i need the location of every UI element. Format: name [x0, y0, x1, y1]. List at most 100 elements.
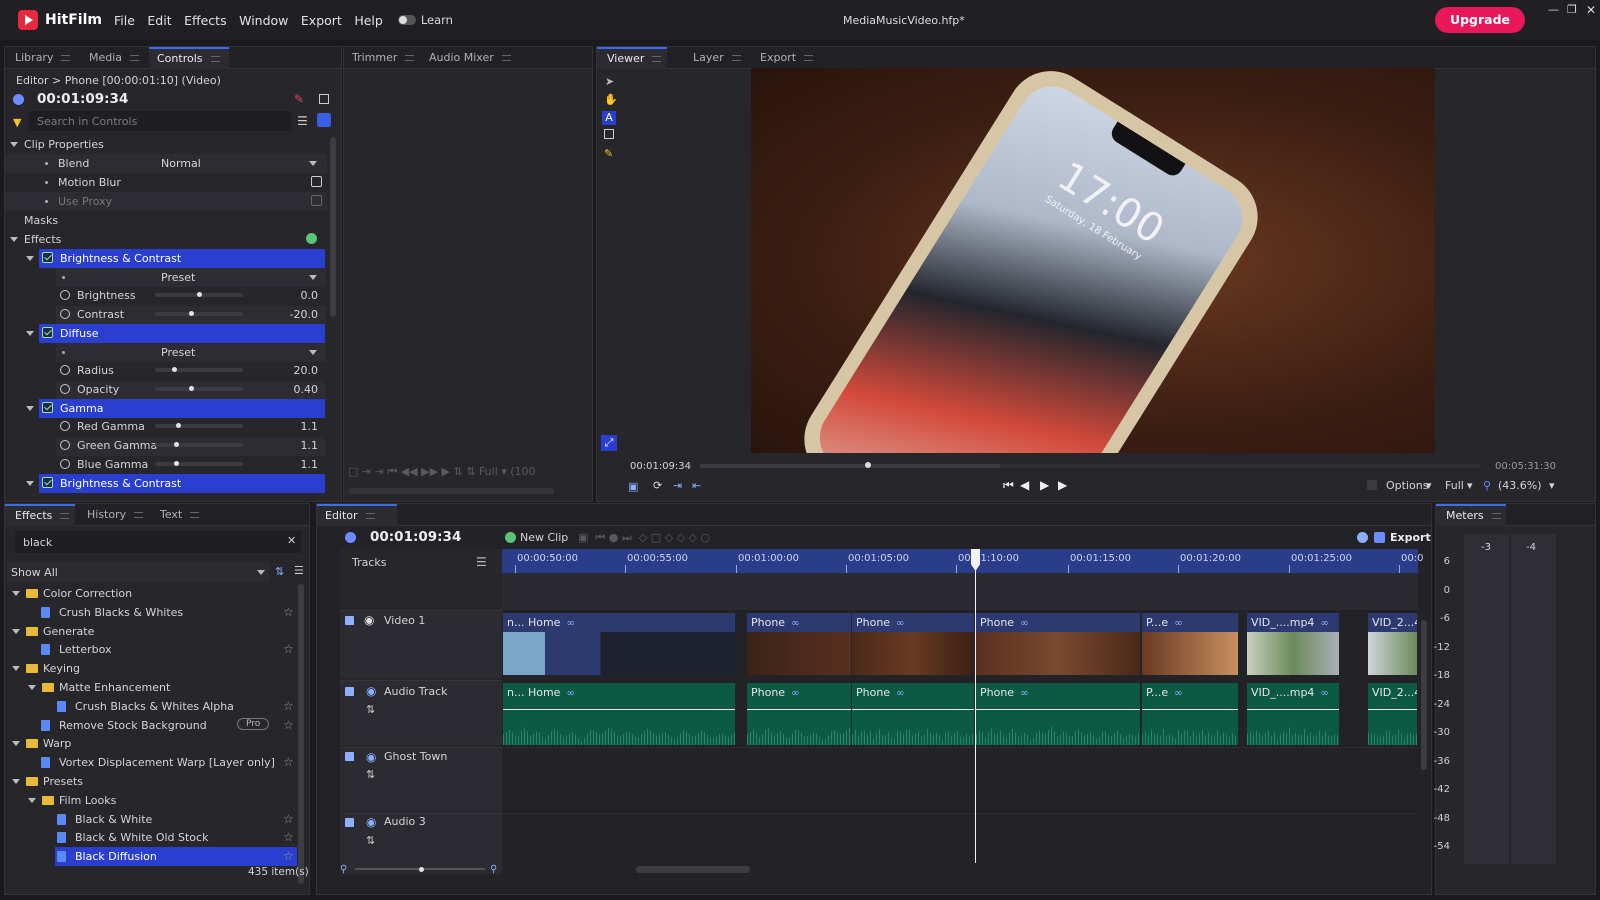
effects-scrollbar[interactable]	[298, 584, 304, 884]
video-clip[interactable]: Phone ∞	[975, 612, 1141, 676]
audio-clip[interactable]: n... Home ∞	[502, 682, 736, 746]
favorite-star-icon[interactable]: ☆	[283, 755, 294, 769]
lock-icon[interactable]	[345, 818, 354, 827]
tracks-menu-icon[interactable]: ☰	[476, 555, 487, 569]
step-forward-icon[interactable]: ▶	[1040, 478, 1049, 492]
audio-envelope-icon[interactable]: ⇅	[366, 703, 375, 716]
controls-search-input[interactable]: Search in Controls	[29, 111, 291, 131]
timeline-h-scrollbar[interactable]	[636, 866, 750, 873]
tab-trimmer[interactable]: Trimmer	[352, 47, 415, 69]
menu-file[interactable]: File	[114, 13, 135, 28]
list-view-icon[interactable]: ☰	[297, 114, 308, 128]
zoom-in-icon[interactable]: ⚲	[490, 864, 497, 875]
favorite-star-icon[interactable]: ☆	[283, 699, 294, 713]
keyframe-icon[interactable]	[60, 290, 70, 300]
param-slider[interactable]	[155, 367, 243, 372]
volume-line[interactable]	[1368, 709, 1417, 710]
menu-window[interactable]: Window	[239, 13, 288, 28]
tab-viewer[interactable]: Viewer	[597, 47, 667, 69]
favorite-star-icon[interactable]: ☆	[283, 605, 294, 619]
speaker-icon[interactable]: ◉	[366, 750, 376, 764]
video-clip[interactable]: VID_2...4.n∞	[1367, 612, 1418, 676]
lock-icon[interactable]	[345, 616, 354, 625]
audio-clip[interactable]: P...e ∞	[1141, 682, 1239, 746]
keyframe-icon[interactable]	[60, 384, 70, 394]
viewer-quality-select[interactable]: Full	[1445, 479, 1464, 492]
effects-filter-select[interactable]: Show All	[7, 562, 269, 582]
hand-tool-icon[interactable]: ✋	[604, 93, 618, 106]
mark-out-icon[interactable]: ⇤	[692, 479, 701, 492]
chevron-down-icon[interactable]	[28, 797, 36, 803]
tab-media[interactable]: Media	[89, 47, 140, 69]
viewer-frame[interactable]: 17:00 Saturday, 18 February	[751, 68, 1435, 453]
audio-clip[interactable]: Phone ∞	[975, 682, 1141, 746]
param-slider[interactable]	[155, 386, 243, 391]
effect-enable-checkbox[interactable]	[42, 477, 53, 488]
keyframe-icon[interactable]	[60, 365, 70, 375]
param-slider[interactable]	[155, 423, 243, 428]
video-clip[interactable]: n... Home ∞	[502, 612, 736, 676]
speaker-icon[interactable]: ◉	[366, 684, 376, 698]
param-value[interactable]: 0.40	[267, 383, 319, 396]
crop-tool-icon[interactable]	[604, 129, 614, 139]
trimmer-scrollbar[interactable]	[348, 488, 554, 494]
param-value[interactable]: 20.0	[267, 364, 319, 377]
keyframe-icon[interactable]	[60, 459, 70, 469]
timeline-transport-icons[interactable]: ▣ ⏮ ● ⏭ ◇ □ ◇ ◇ ◇ ○	[578, 531, 710, 545]
slider-knob[interactable]	[176, 423, 181, 428]
tab-controls[interactable]: Controls	[149, 47, 229, 69]
motion-blur-checkbox[interactable]	[311, 176, 322, 187]
tab-export[interactable]: Export	[760, 47, 814, 69]
sort-icon[interactable]: ⇅	[275, 565, 284, 578]
mark-in-icon[interactable]: ⇥	[673, 479, 682, 492]
effect-enable-checkbox[interactable]	[42, 327, 53, 338]
volume-line[interactable]	[1247, 709, 1339, 710]
dropdown-arrow-icon[interactable]: ▾	[1549, 479, 1555, 492]
param-slider[interactable]	[155, 311, 243, 316]
chevron-down-icon[interactable]	[26, 256, 34, 261]
dropdown-arrow-icon[interactable]	[309, 350, 317, 355]
chevron-down-icon[interactable]	[12, 779, 20, 784]
chevron-down-icon[interactable]	[12, 628, 20, 634]
param-value[interactable]: 1.1	[267, 420, 319, 433]
menu-edit[interactable]: Edit	[147, 13, 171, 28]
chevron-down-icon[interactable]	[28, 685, 36, 690]
volume-line[interactable]	[503, 709, 735, 710]
keyframe-icon[interactable]	[60, 421, 70, 431]
tab-layer[interactable]: Layer	[693, 47, 741, 69]
param-slider[interactable]	[155, 461, 243, 466]
view-list-icon[interactable]: ☰	[294, 564, 304, 577]
controls-scrollbar[interactable]	[330, 137, 336, 317]
tab-effects[interactable]: Effects	[5, 504, 75, 526]
favorite-star-icon[interactable]: ☆	[283, 812, 294, 826]
trimmer-controls-icon[interactable]: □ ⇥ ⇥ ⏮ ◀◀ ▶▶ ▶ ⇅ ⇅	[348, 465, 475, 478]
loop-icon[interactable]: ⟳	[653, 479, 662, 492]
chevron-down-icon[interactable]	[26, 331, 34, 336]
tab-history[interactable]: History	[87, 504, 144, 526]
param-value[interactable]: 1.1	[267, 458, 319, 471]
learn-toggle[interactable]	[397, 15, 416, 25]
preset-select[interactable]: Preset	[161, 346, 195, 359]
timeline-playhead[interactable]	[975, 549, 976, 863]
blend-select[interactable]: Normal	[161, 157, 201, 170]
tab-library[interactable]: Library	[15, 47, 71, 69]
tab-audio-mixer[interactable]: Audio Mixer	[429, 47, 511, 69]
lock-icon[interactable]	[345, 752, 354, 761]
chevron-down-icon[interactable]	[12, 741, 20, 747]
fit-icon[interactable]: ▣	[628, 480, 638, 493]
dropdown-arrow-icon[interactable]: ▾	[1467, 479, 1473, 492]
favorite-star-icon[interactable]: ☆	[283, 642, 294, 656]
audio-clip[interactable]: VID_2...4.n∞	[1367, 682, 1418, 746]
trimmer-full-select[interactable]: Full	[479, 465, 498, 478]
upgrade-button[interactable]: Upgrade	[1435, 7, 1525, 33]
chevron-down-icon[interactable]	[26, 406, 34, 411]
editor-export-button[interactable]: Export	[1390, 531, 1431, 544]
effects-search-input[interactable]: black ✕	[15, 531, 301, 553]
chevron-down-icon[interactable]	[26, 481, 34, 486]
volume-line[interactable]	[976, 709, 1140, 710]
audio-envelope-icon[interactable]: ⇅	[366, 768, 375, 781]
slider-knob[interactable]	[197, 292, 202, 297]
chevron-down-icon[interactable]	[10, 142, 18, 147]
menu-export[interactable]: Export	[301, 13, 342, 28]
zoom-out-icon[interactable]: ⚲	[340, 864, 347, 875]
